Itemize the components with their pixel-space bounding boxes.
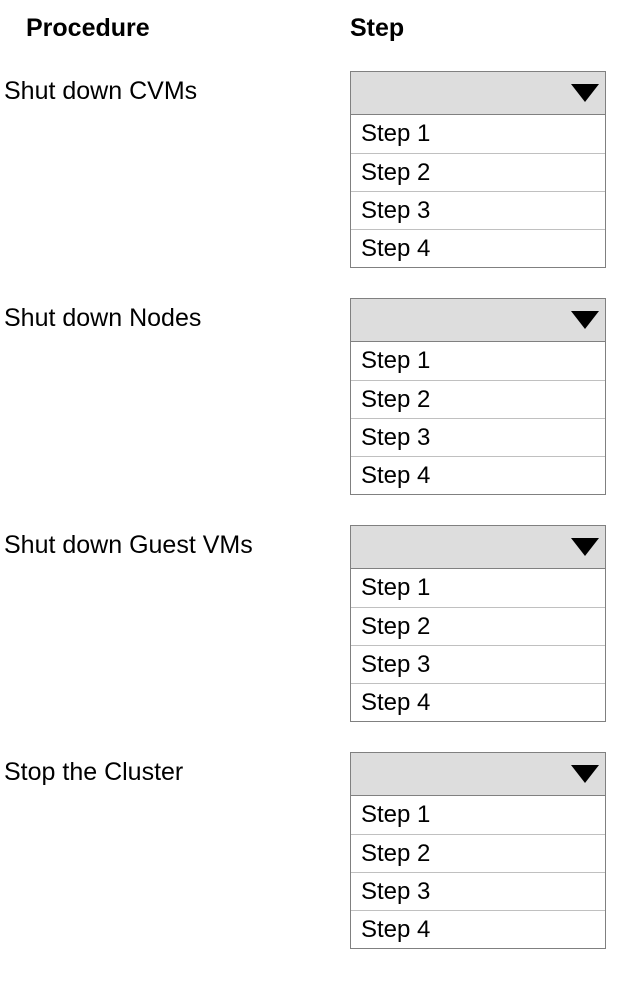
procedure-label: Shut down Guest VMs [0,525,350,560]
dropdown-toggle[interactable] [350,525,606,569]
procedure-header: Procedure [26,14,150,42]
dropdown-option[interactable]: Step 4 [351,456,605,494]
chevron-down-icon [571,84,599,102]
dropdown-option[interactable]: Step 2 [351,380,605,418]
dropdown-option[interactable]: Step 2 [351,153,605,191]
chevron-down-icon [571,765,599,783]
procedure-row: Shut down Nodes Step 1 Step 2 Step 3 Ste… [0,298,639,495]
dropdown-option[interactable]: Step 4 [351,683,605,721]
dropdown-option[interactable]: Step 2 [351,607,605,645]
dropdown-list: Step 1 Step 2 Step 3 Step 4 [350,342,606,495]
chevron-down-icon [571,311,599,329]
dropdown-list: Step 1 Step 2 Step 3 Step 4 [350,796,606,949]
procedure-label: Shut down CVMs [0,71,350,106]
dropdown-option[interactable]: Step 1 [351,115,605,153]
dropdown-list: Step 1 Step 2 Step 3 Step 4 [350,115,606,268]
dropdown-option[interactable]: Step 1 [351,569,605,607]
procedure-label: Shut down Nodes [0,298,350,333]
step-dropdown: Step 1 Step 2 Step 3 Step 4 [350,752,606,949]
step-dropdown: Step 1 Step 2 Step 3 Step 4 [350,298,606,495]
header-row: Procedure Step [0,10,639,43]
dropdown-option[interactable]: Step 2 [351,834,605,872]
step-header: Step [350,14,404,42]
dropdown-option[interactable]: Step 1 [351,342,605,380]
procedure-row: Shut down CVMs Step 1 Step 2 Step 3 Step… [0,71,639,268]
dropdown-option[interactable]: Step 3 [351,191,605,229]
dropdown-option[interactable]: Step 3 [351,872,605,910]
chevron-down-icon [571,538,599,556]
dropdown-list: Step 1 Step 2 Step 3 Step 4 [350,569,606,722]
dropdown-toggle[interactable] [350,752,606,796]
dropdown-option[interactable]: Step 4 [351,910,605,948]
dropdown-option[interactable]: Step 3 [351,645,605,683]
procedure-row: Shut down Guest VMs Step 1 Step 2 Step 3… [0,525,639,722]
procedure-label: Stop the Cluster [0,752,350,787]
procedure-row: Stop the Cluster Step 1 Step 2 Step 3 St… [0,752,639,949]
dropdown-option[interactable]: Step 1 [351,796,605,834]
dropdown-toggle[interactable] [350,71,606,115]
step-dropdown: Step 1 Step 2 Step 3 Step 4 [350,71,606,268]
dropdown-toggle[interactable] [350,298,606,342]
dropdown-option[interactable]: Step 3 [351,418,605,456]
step-dropdown: Step 1 Step 2 Step 3 Step 4 [350,525,606,722]
dropdown-option[interactable]: Step 4 [351,229,605,267]
